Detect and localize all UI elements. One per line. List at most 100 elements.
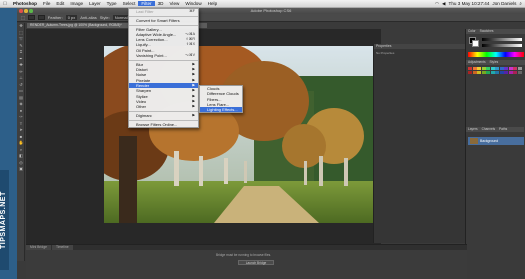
adjustment-icons <box>466 65 525 76</box>
antialias-checkbox[interactable]: Anti-alias <box>80 15 96 20</box>
zoom-icon[interactable] <box>29 9 33 13</box>
menu-item-label: Lens Correction... <box>136 37 168 43</box>
apple-icon[interactable]:  <box>0 1 10 7</box>
tab-mini-bridge[interactable]: Mini Bridge <box>26 245 51 250</box>
wifi-icon[interactable]: ◠ <box>435 1 439 7</box>
tab-styles[interactable]: Styles <box>490 60 499 65</box>
swatch[interactable] <box>495 70 499 74</box>
menu-item-digimarc[interactable]: Digimarc ▶ <box>129 113 198 118</box>
menu-file[interactable]: File <box>40 1 53 6</box>
menu-item-label: Liquify... <box>136 42 151 48</box>
mini-bridge-panel: Mini Bridge Timeline Bridge must be runn… <box>26 244 467 279</box>
menu-item-label: Other <box>136 104 147 110</box>
menu-item-vanishing-point[interactable]: Vanishing Point... ⌥⌘V <box>129 53 198 58</box>
screen-mode-icon[interactable]: ▣ <box>17 166 25 173</box>
user-name[interactable]: Jon Daniels <box>492 1 516 6</box>
swatch[interactable] <box>513 70 517 74</box>
menu-item-label: Distort <box>136 67 148 73</box>
menu-view[interactable]: View <box>166 1 182 6</box>
menu-item-label: Vanishing Point... <box>136 53 167 59</box>
menu-window[interactable]: Window <box>182 1 204 6</box>
background-color-swatch[interactable] <box>472 40 479 47</box>
submenu-arrow-icon: ▶ <box>192 104 195 109</box>
menu-item-label: Oil Paint... <box>136 47 155 53</box>
screen:  Photoshop File Edit Image Layer Type S… <box>0 0 525 279</box>
watermark: TIPSMAPS.NET <box>0 170 9 270</box>
right-panel-dock: Color Swatches Adjustments Styles Layers <box>465 29 525 279</box>
tab-paths[interactable]: Paths <box>499 127 507 132</box>
render-submenu: Clouds Difference Clouds Fibers... Lens Fla… <box>199 85 243 114</box>
menu-image[interactable]: Image <box>67 1 86 6</box>
tab-layers[interactable]: Layers <box>468 127 478 132</box>
color-slider[interactable] <box>482 44 522 47</box>
tools-panel: ✥ ⬚ ➰ ✎ ⌗ ✒ ✚ ✏ ⊥ ↺ ▭ ▤ ◈ ● ✑ T ➤ ■ ✋ ⌕ … <box>17 23 25 261</box>
menu-item-label: Blur <box>136 61 144 67</box>
swatch[interactable] <box>468 70 472 74</box>
menu-item-convert-for-smart-filters[interactable]: Convert for Smart Filters <box>129 18 198 23</box>
menu-filter[interactable]: Filter <box>138 1 155 6</box>
menu-item-last-filter[interactable]: Last Filter ⌘F <box>129 9 198 14</box>
bottom-tabs: Mini Bridge Timeline <box>26 245 467 250</box>
swatch[interactable] <box>517 70 522 74</box>
launch-bridge-button[interactable]: Launch Bridge <box>238 260 274 265</box>
menu-item-label: Convert for Smart Filters <box>136 17 180 23</box>
feather-input[interactable]: 0 px <box>65 15 78 20</box>
volume-icon[interactable]: ◀ <box>442 1 446 7</box>
layers-panel-header: Layers Channels Paths <box>466 127 524 132</box>
menu-help[interactable]: Help <box>205 1 220 6</box>
swatch[interactable] <box>490 70 495 74</box>
swatch[interactable] <box>481 70 486 74</box>
menu-item-browse-filters-online[interactable]: Browse Filters Online... <box>129 122 198 127</box>
menu-item-label: Difference Clouds <box>207 91 239 97</box>
style-label: Style: <box>99 15 110 20</box>
menu-item-label: Fibers... <box>207 96 222 102</box>
menu-3d[interactable]: 3D <box>155 1 167 6</box>
minimize-icon[interactable] <box>24 9 28 13</box>
color-slider[interactable] <box>482 38 522 41</box>
close-icon[interactable] <box>19 9 23 13</box>
tab-adjustments[interactable]: Adjustments <box>468 60 486 65</box>
feather-label: Feather: <box>47 15 63 20</box>
filter-menu: Last Filter ⌘F Convert for Smart Filters Fi… <box>128 8 199 129</box>
swatch[interactable] <box>477 70 481 74</box>
color-picker[interactable] <box>466 34 525 60</box>
menu-item-label: Noise <box>136 72 147 78</box>
swatch[interactable] <box>508 70 513 74</box>
search-icon[interactable]: ⌕ <box>519 1 522 6</box>
menu-separator <box>129 59 198 61</box>
photoshop-window: Adobe Photoshop CS6 ⬚ Feather: 0 px Anti… <box>17 8 525 279</box>
swatch[interactable] <box>504 70 508 74</box>
mac-menubar:  Photoshop File Edit Image Layer Type S… <box>0 0 525 8</box>
swatch[interactable] <box>472 70 477 74</box>
swatch[interactable] <box>499 70 504 74</box>
selection-mode-add[interactable] <box>37 15 45 20</box>
menu-item-label: Render <box>136 83 150 89</box>
marquee-tool-icon[interactable]: ⬚ <box>21 15 25 20</box>
menu-edit[interactable]: Edit <box>53 1 67 6</box>
menu-item-label: Video <box>136 98 147 104</box>
menu-type[interactable]: Type <box>104 1 120 6</box>
canvas-area[interactable] <box>26 29 381 244</box>
layer-row-background[interactable]: Background <box>468 137 524 145</box>
color-ramp[interactable] <box>468 52 524 57</box>
menu-select[interactable]: Select <box>120 1 139 6</box>
clock[interactable]: Thu 3 May 10:27:44 <box>449 1 490 6</box>
menu-item-other[interactable]: Other ▶ <box>129 104 198 109</box>
menu-item-lighting-effects[interactable]: Lighting Effects... <box>200 107 242 113</box>
menu-item-label: Lighting Effects... <box>207 107 238 113</box>
menu-layer[interactable]: Layer <box>86 1 104 6</box>
properties-empty-text: No Properties <box>376 51 395 55</box>
shortcut-label: ⌘F <box>189 9 195 13</box>
tab-channels[interactable]: Channels <box>482 127 495 132</box>
menu-separator <box>129 111 198 112</box>
tab-timeline[interactable]: Timeline <box>51 245 73 250</box>
menu-item-label: Adaptive Wide Angle... <box>136 31 177 37</box>
menu-item-label: Sharpen <box>136 88 152 94</box>
menu-photoshop[interactable]: Photoshop <box>10 1 40 6</box>
swatch[interactable] <box>486 70 490 74</box>
selection-mode-new[interactable] <box>27 15 35 20</box>
menu-item-label: Browse Filters Online... <box>136 121 178 127</box>
options-bar: ⬚ Feather: 0 px Anti-alias Style: Normal <box>17 14 525 22</box>
menu-item-label: Lens Flare... <box>207 101 230 107</box>
menu-item-label: Digimarc <box>136 113 152 119</box>
